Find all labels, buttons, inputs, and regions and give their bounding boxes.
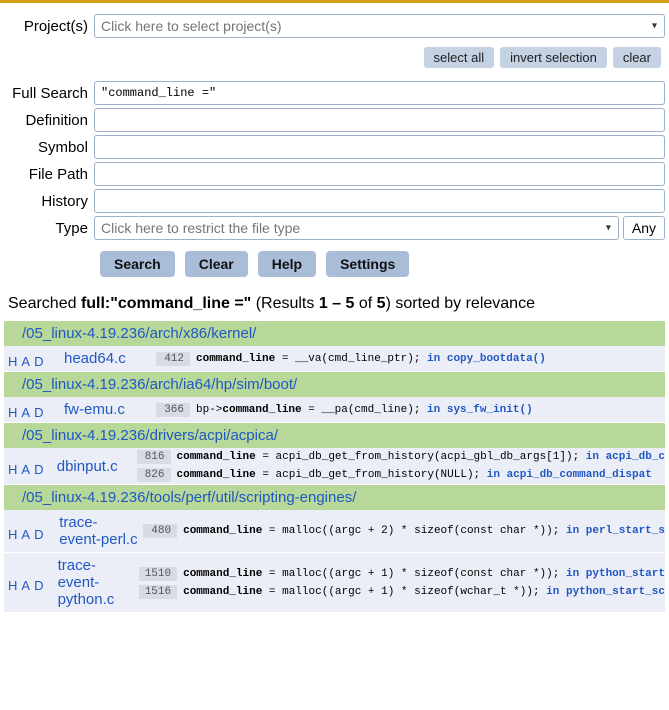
had-links: HAD xyxy=(4,448,53,484)
had-link[interactable]: D xyxy=(34,527,47,542)
definition-label: Definition xyxy=(4,112,94,129)
line-number: 480 xyxy=(143,524,177,538)
line-number: 1516 xyxy=(139,585,177,599)
directory-link[interactable]: /05_linux-4.19.236/arch/x86/kernel/ xyxy=(22,325,256,342)
line-number: 816 xyxy=(137,450,171,464)
had-links: HAD xyxy=(4,346,60,371)
clear-projects-button[interactable]: clear xyxy=(613,47,661,68)
had-link[interactable]: H xyxy=(8,405,21,420)
directory-link[interactable]: /05_linux-4.19.236/tools/perf/util/scrip… xyxy=(22,489,356,506)
directory-row: /05_linux-4.19.236/arch/x86/kernel/ xyxy=(4,321,665,346)
search-button[interactable]: Search xyxy=(100,251,175,277)
code-line[interactable]: 1510 command_line = malloc((argc + 1) * s… xyxy=(139,565,665,583)
had-links: HAD xyxy=(4,553,54,612)
file-link[interactable]: head64.c xyxy=(64,350,126,367)
code-line[interactable]: 480 command_line = malloc((argc + 2) * si… xyxy=(143,522,665,540)
definition-input[interactable] xyxy=(94,108,665,132)
code-lines: 480 command_line = malloc((argc + 2) * si… xyxy=(143,510,665,552)
file-row: HADtrace-event-python.c 1510 command_line … xyxy=(4,553,665,613)
file-name-cell: trace-event-python.c xyxy=(54,553,139,612)
file-path-input[interactable] xyxy=(94,162,665,186)
directory-link[interactable]: /05_linux-4.19.236/arch/ia64/hp/sim/boot… xyxy=(22,376,297,393)
code-text: command_line = __va(cmd_line_ptr); in co… xyxy=(196,353,546,365)
code-line[interactable]: 826 command_line = acpi_db_get_from_histo… xyxy=(137,466,666,484)
full-search-label: Full Search xyxy=(4,85,94,102)
directory-row: /05_linux-4.19.236/arch/ia64/hp/sim/boot… xyxy=(4,372,665,397)
code-line[interactable]: 412 command_line = __va(cmd_line_ptr); in… xyxy=(156,350,665,368)
directory-link[interactable]: /05_linux-4.19.236/drivers/acpi/acpica/ xyxy=(22,427,278,444)
had-link[interactable]: H xyxy=(8,462,21,477)
clear-button[interactable]: Clear xyxy=(185,251,248,277)
history-label: History xyxy=(4,193,94,210)
file-row: HADdbinput.c 816 command_line = acpi_db_ge… xyxy=(4,448,665,485)
line-number: 1510 xyxy=(139,567,177,581)
symbol-label: Symbol xyxy=(4,139,94,156)
file-link[interactable]: trace-event-python.c xyxy=(58,557,135,608)
projects-select[interactable] xyxy=(94,14,665,38)
had-link[interactable]: A xyxy=(21,405,34,420)
line-number: 826 xyxy=(137,468,171,482)
had-link[interactable]: A xyxy=(21,527,34,542)
had-links: HAD xyxy=(4,510,55,552)
directory-row: /05_linux-4.19.236/drivers/acpi/acpica/ xyxy=(4,423,665,448)
invert-selection-button[interactable]: invert selection xyxy=(500,47,607,68)
file-row: HADfw-emu.c 366 bp->command_line = __pa(cm… xyxy=(4,397,665,423)
code-text: command_line = malloc((argc + 2) * sizeo… xyxy=(183,525,665,537)
had-link[interactable]: D xyxy=(34,578,47,593)
code-lines: 1510 command_line = malloc((argc + 1) * s… xyxy=(139,553,665,612)
code-line[interactable]: 816 command_line = acpi_db_get_from_histo… xyxy=(137,448,666,466)
full-search-input[interactable] xyxy=(94,81,665,105)
code-text: command_line = malloc((argc + 1) * sizeo… xyxy=(183,586,665,598)
file-name-cell: head64.c xyxy=(60,346,156,371)
had-link[interactable]: H xyxy=(8,578,21,593)
had-links: HAD xyxy=(4,397,60,422)
file-name-cell: fw-emu.c xyxy=(60,397,156,422)
directory-row: /05_linux-4.19.236/tools/perf/util/scrip… xyxy=(4,485,665,510)
history-input[interactable] xyxy=(94,189,665,213)
file-name-cell: trace-event-perl.c xyxy=(55,510,143,552)
code-text: bp->command_line = __pa(cmd_line); in sy… xyxy=(196,404,533,416)
file-link[interactable]: fw-emu.c xyxy=(64,401,125,418)
code-text: command_line = acpi_db_get_from_history(… xyxy=(177,451,666,463)
type-select[interactable] xyxy=(94,216,619,240)
line-number: 412 xyxy=(156,352,190,366)
any-type-button[interactable]: Any xyxy=(623,216,665,240)
had-link[interactable]: A xyxy=(21,462,34,477)
result-summary: Searched full:"command_line =" (Results … xyxy=(4,295,665,321)
code-line[interactable]: 1516 command_line = malloc((argc + 1) * s… xyxy=(139,583,665,601)
had-link[interactable]: A xyxy=(21,354,34,369)
code-lines: 412 command_line = __va(cmd_line_ptr); in… xyxy=(156,346,665,371)
code-lines: 366 bp->command_line = __pa(cmd_line); in… xyxy=(156,397,665,422)
file-name-cell: dbinput.c xyxy=(53,448,137,484)
projects-label: Project(s) xyxy=(4,18,94,35)
had-link[interactable]: H xyxy=(8,527,21,542)
type-label: Type xyxy=(4,220,94,237)
select-all-button[interactable]: select all xyxy=(424,47,495,68)
settings-button[interactable]: Settings xyxy=(326,251,409,277)
file-link[interactable]: dbinput.c xyxy=(57,458,118,475)
symbol-input[interactable] xyxy=(94,135,665,159)
line-number: 366 xyxy=(156,403,190,417)
had-link[interactable]: D xyxy=(34,405,47,420)
had-link[interactable]: H xyxy=(8,354,21,369)
file-path-label: File Path xyxy=(4,166,94,183)
had-link[interactable]: A xyxy=(21,578,34,593)
code-line[interactable]: 366 bp->command_line = __pa(cmd_line); in… xyxy=(156,401,665,419)
code-text: command_line = acpi_db_get_from_history(… xyxy=(177,469,652,481)
help-button[interactable]: Help xyxy=(258,251,316,277)
file-row: HADhead64.c 412 command_line = __va(cmd_li… xyxy=(4,346,665,372)
had-link[interactable]: D xyxy=(34,462,47,477)
file-link[interactable]: trace-event-perl.c xyxy=(59,514,139,548)
code-lines: 816 command_line = acpi_db_get_from_histo… xyxy=(137,448,666,484)
had-link[interactable]: D xyxy=(34,354,47,369)
file-row: HADtrace-event-perl.c 480 command_line = m… xyxy=(4,510,665,553)
code-text: command_line = malloc((argc + 1) * sizeo… xyxy=(183,568,665,580)
